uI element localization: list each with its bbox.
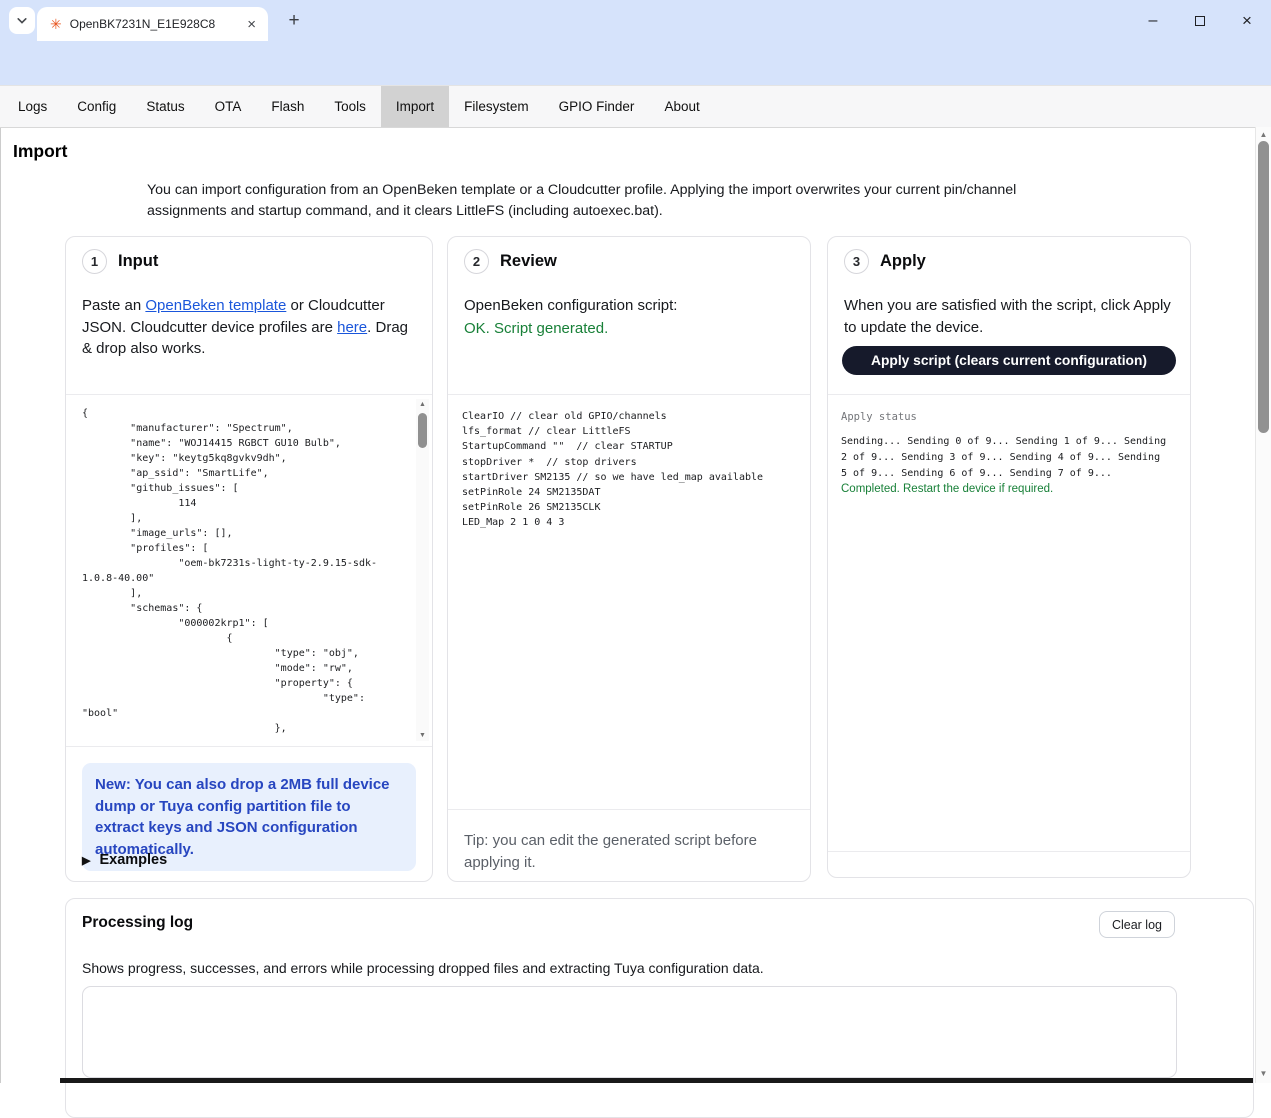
minimize-button[interactable]: – bbox=[1145, 13, 1161, 29]
maximize-button[interactable] bbox=[1192, 13, 1208, 29]
script-generated-status: OK. Script generated. bbox=[464, 320, 608, 337]
browser-toolbar: ⚠ Not secure 192.168.1.175/app? ☆ ⋮ bbox=[0, 41, 1271, 85]
apply-panel-title: Apply bbox=[880, 252, 926, 271]
step-number-1: 1 bbox=[82, 249, 107, 274]
processing-log-output[interactable] bbox=[82, 986, 1177, 1078]
tab-tools[interactable]: Tools bbox=[319, 86, 381, 127]
browser-tab[interactable]: ✳ OpenBK7231N_E1E928C8 × bbox=[37, 7, 268, 41]
tab-gpio-finder[interactable]: GPIO Finder bbox=[544, 86, 650, 127]
page-title: Import bbox=[13, 141, 67, 162]
examples-label: Examples bbox=[99, 852, 167, 868]
clear-log-button[interactable]: Clear log bbox=[1099, 911, 1175, 938]
app-navbar: Logs Config Status OTA Flash Tools Impor… bbox=[0, 85, 1271, 128]
examples-toggle[interactable]: ▶ Examples bbox=[82, 852, 167, 868]
input-panel-title: Input bbox=[118, 252, 158, 271]
divider bbox=[66, 746, 432, 747]
processing-log-title: Processing log bbox=[82, 914, 193, 932]
tab-filesystem[interactable]: Filesystem bbox=[449, 86, 544, 127]
page-content: Import You can import configuration from… bbox=[0, 128, 1255, 1083]
openbeken-favicon-icon: ✳ bbox=[50, 17, 62, 31]
textarea-scrollbar-thumb[interactable] bbox=[418, 413, 427, 448]
processing-log-card: Processing log Clear log Shows progress,… bbox=[65, 898, 1254, 1118]
divider bbox=[448, 809, 810, 810]
script-label: OpenBeken configuration script: bbox=[464, 297, 677, 314]
json-input-textarea[interactable]: { "manufacturer": "Spectrum", "name": "W… bbox=[82, 406, 390, 742]
page-scrollbar[interactable]: ▲ ▼ bbox=[1255, 127, 1271, 1083]
apply-completed-text: Completed. Restart the device if require… bbox=[841, 483, 1053, 495]
scroll-down-icon[interactable]: ▼ bbox=[1256, 1069, 1271, 1078]
expand-triangle-icon: ▶ bbox=[82, 854, 90, 867]
divider bbox=[66, 394, 432, 395]
tab-ota[interactable]: OTA bbox=[200, 86, 257, 127]
step-number-3: 3 bbox=[844, 249, 869, 274]
apply-status-label: Apply status bbox=[841, 411, 917, 423]
new-tab-button[interactable]: + bbox=[282, 9, 306, 33]
browser-tab-strip: ✳ OpenBK7231N_E1E928C8 × + – × bbox=[0, 0, 1271, 41]
divider bbox=[828, 394, 1190, 395]
review-panel: 2 Review OpenBeken configuration script:… bbox=[447, 236, 811, 882]
review-panel-title: Review bbox=[500, 252, 557, 271]
window-controls: – × bbox=[1145, 0, 1255, 41]
tab-logs[interactable]: Logs bbox=[3, 86, 62, 127]
step-number-2: 2 bbox=[464, 249, 489, 274]
scroll-up-icon[interactable]: ▲ bbox=[416, 401, 429, 408]
tab-status[interactable]: Status bbox=[131, 86, 199, 127]
cloudcutter-profiles-link[interactable]: here bbox=[337, 319, 367, 336]
tab-about[interactable]: About bbox=[649, 86, 714, 127]
apply-script-button[interactable]: Apply script (clears current configurati… bbox=[842, 346, 1176, 375]
tab-import[interactable]: Import bbox=[381, 86, 449, 127]
textarea-scrollbar[interactable]: ▲ ▼ bbox=[416, 399, 429, 741]
divider bbox=[828, 851, 1190, 852]
apply-panel: 3 Apply When you are satisfied with the … bbox=[827, 236, 1191, 878]
window-bottom-edge bbox=[60, 1078, 1253, 1083]
divider bbox=[448, 394, 810, 395]
new-label: New: bbox=[95, 776, 131, 793]
processing-log-description: Shows progress, successes, and errors wh… bbox=[82, 960, 764, 976]
openbeken-template-link[interactable]: OpenBeken template bbox=[145, 297, 286, 314]
scroll-down-icon[interactable]: ▼ bbox=[416, 732, 429, 739]
intro-text: You can import configuration from an Ope… bbox=[147, 180, 1047, 221]
tab-config[interactable]: Config bbox=[62, 86, 131, 127]
close-window-button[interactable]: × bbox=[1239, 13, 1255, 29]
apply-status-text: Sending... Sending 0 of 9... Sending 1 o… bbox=[841, 434, 1171, 482]
page-scrollbar-thumb[interactable] bbox=[1258, 141, 1269, 433]
script-tip-text: Tip: you can edit the generated script b… bbox=[464, 830, 794, 873]
chevron-down-icon bbox=[15, 14, 29, 28]
browser-tab-title: OpenBK7231N_E1E928C8 bbox=[70, 17, 244, 31]
generated-script-editor[interactable]: ClearIO // clear old GPIO/channels lfs_f… bbox=[462, 409, 800, 531]
input-panel-description: Paste an OpenBeken template or Cloudcutt… bbox=[82, 295, 416, 360]
maximize-icon bbox=[1195, 16, 1205, 26]
tab-flash[interactable]: Flash bbox=[256, 86, 319, 127]
input-panel: 1 Input Paste an OpenBeken template or C… bbox=[65, 236, 433, 882]
tab-search-button[interactable] bbox=[9, 7, 35, 34]
tab-close-icon[interactable]: × bbox=[243, 17, 260, 32]
scroll-up-icon[interactable]: ▲ bbox=[1256, 130, 1271, 139]
apply-panel-description: When you are satisfied with the script, … bbox=[844, 295, 1174, 338]
